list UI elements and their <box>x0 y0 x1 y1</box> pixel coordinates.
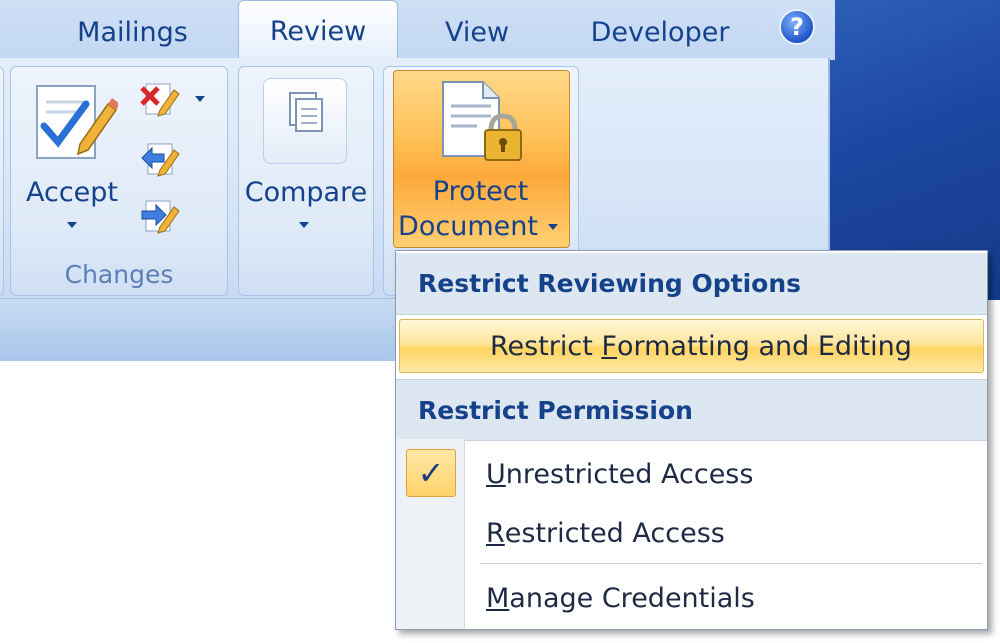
menu-item-restrict-formatting-rest: ormatting and Editing <box>616 330 912 362</box>
tab-review[interactable]: Review <box>238 0 398 62</box>
menu-item-manage-credentials[interactable]: Manage Credentials <box>486 578 755 618</box>
menu-item-restrict-formatting[interactable]: Restrict Formatting and Editing <box>399 319 984 373</box>
menu-item-credentials-accel: M <box>486 582 510 614</box>
menu-item-restrict-formatting-prefix: Restrict <box>490 330 602 362</box>
menu-item-restricted-rest: estricted Access <box>504 517 725 549</box>
menu-item-restricted-access[interactable]: Restricted Access <box>486 513 725 553</box>
menu-header-restrict-reviewing: Restrict Reviewing Options <box>396 253 987 315</box>
compare-dropdown-arrow-icon[interactable] <box>299 222 309 228</box>
checkmark-icon: ✓ <box>406 449 456 497</box>
previous-group <box>0 66 4 296</box>
document-lock-icon <box>442 81 522 161</box>
compare-icon[interactable] <box>263 78 347 164</box>
protect-dropdown-arrow-icon[interactable] <box>548 224 558 230</box>
menu-header-restrict-permission: Restrict Permission <box>396 379 987 441</box>
protect-document-menu: Restrict Reviewing Options Restrict Form… <box>395 250 988 630</box>
protect-label-line1: Protect <box>432 176 529 207</box>
menu-item-credentials-rest: anage Credentials <box>509 582 755 614</box>
tab-view[interactable]: View <box>432 14 522 50</box>
ribbon-tab-bar: Mailings Review View Developer ? <box>0 0 835 62</box>
menu-separator <box>480 563 982 564</box>
tab-mailings[interactable]: Mailings <box>70 14 195 50</box>
tab-review-label: Review <box>269 15 367 47</box>
next-change-icon[interactable] <box>138 197 180 235</box>
accept-dropdown-arrow-icon[interactable] <box>67 222 77 228</box>
tab-developer[interactable]: Developer <box>585 14 735 50</box>
reject-change-icon[interactable] <box>138 80 180 118</box>
menu-item-unrestricted-rest: nrestricted Access <box>505 458 754 490</box>
menu-item-unrestricted-access[interactable]: Unrestricted Access <box>486 454 753 494</box>
compare-button[interactable]: Compare <box>242 176 370 210</box>
accept-document-icon[interactable] <box>32 80 118 164</box>
accept-button[interactable]: Accept <box>22 176 122 210</box>
reject-dropdown-arrow-icon[interactable] <box>195 96 205 102</box>
menu-item-restricted-accel: R <box>486 517 505 549</box>
changes-group-label: Changes <box>64 260 174 289</box>
protect-label-line2: Document <box>398 211 538 242</box>
menu-item-restrict-formatting-accel: F <box>601 330 617 362</box>
previous-change-icon[interactable] <box>138 140 180 178</box>
help-icon[interactable]: ? <box>779 9 815 45</box>
menu-item-unrestricted-accel: U <box>486 458 506 490</box>
